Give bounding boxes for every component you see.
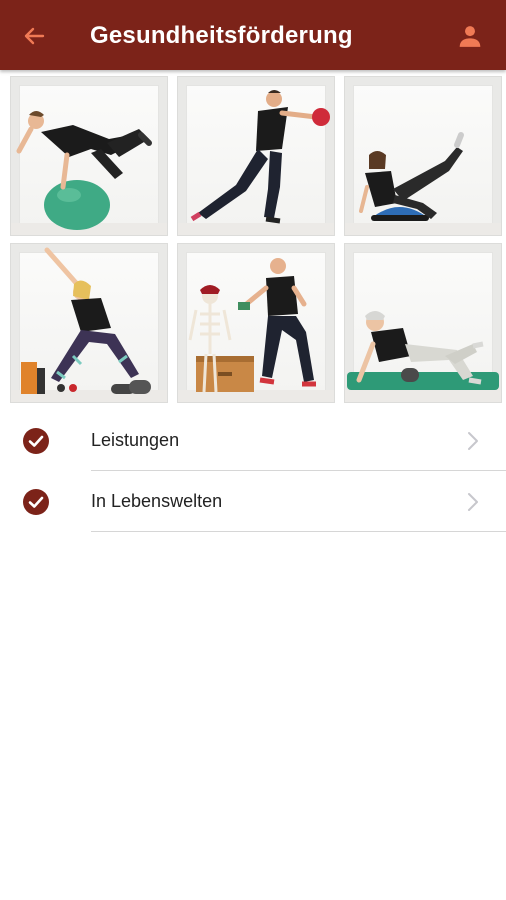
exercise-photo-stretch (21, 247, 151, 394)
gallery-photo-2[interactable] (177, 76, 335, 236)
chevron-right-icon (468, 493, 478, 511)
profile-button[interactable] (454, 20, 486, 52)
menu-list: Leistungen In Lebenswelten (0, 410, 506, 532)
page-title: Gesundheitsförderung (90, 22, 353, 49)
list-item-label: In Lebenswelten (91, 491, 223, 511)
exercise-photo-balance-board (359, 132, 464, 221)
arrow-left-icon (24, 27, 45, 45)
exercise-photo-skeleton (188, 258, 316, 393)
exercise-photo-foam-roller (347, 311, 499, 390)
check-circle-icon (23, 489, 49, 515)
check-circle-icon (23, 428, 49, 454)
list-item-lebenswelten[interactable]: In Lebenswelten (0, 471, 506, 532)
list-item-leistungen[interactable]: Leistungen (0, 410, 506, 471)
gallery-photo-3[interactable] (344, 76, 502, 236)
gallery-photo-1[interactable] (10, 76, 168, 236)
exercise-photo-ball (16, 111, 152, 230)
back-button[interactable] (18, 20, 50, 52)
gallery-photo-4[interactable] (10, 243, 168, 403)
gallery-photo-5[interactable] (177, 243, 335, 403)
divider (91, 531, 506, 532)
list-item-label: Leistungen (91, 430, 180, 450)
person-icon (459, 26, 481, 47)
chevron-right-icon (468, 432, 478, 450)
gallery-photo-6[interactable] (344, 243, 502, 403)
exercise-photo-medicine-ball (190, 90, 330, 224)
app-bar: Gesundheitsförderung (0, 0, 506, 70)
photo-gallery (8, 74, 502, 404)
